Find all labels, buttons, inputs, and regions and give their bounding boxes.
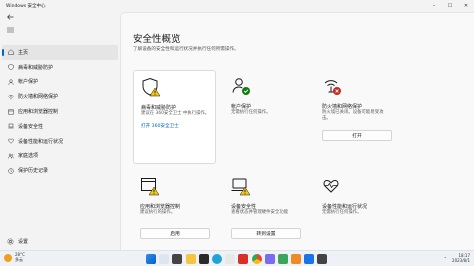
app-icon[interactable]	[291, 254, 302, 264]
sidebar-item-label: 主页	[18, 49, 29, 56]
history-icon	[7, 167, 14, 174]
security-center-window: Windows 安全中心 – ☐ ✕ 主页 病毒和威胁防护 帐户保护 防火墙和网…	[0, 0, 474, 250]
card-title: 帐户保护	[231, 104, 252, 110]
account-ok-icon	[232, 78, 250, 95]
card-device-health[interactable]: 设备性能和运行状况 无需执行任何操作。	[315, 170, 398, 246]
window-controls: – ☐ ✕	[426, 0, 474, 11]
window-title: Windows 安全中心	[6, 4, 46, 9]
turn-on-firewall-button[interactable]: 打开	[322, 130, 392, 141]
sidebar-item-virus-protection[interactable]: 病毒和威胁防护	[2, 60, 118, 75]
sidebar: 主页 病毒和威胁防护 帐户保护 防火墙和网络保护 应用和浏览器控制 设备安全性	[0, 12, 120, 250]
sidebar-item-firewall[interactable]: 防火墙和网络保护	[2, 89, 118, 104]
app-icon[interactable]	[277, 254, 288, 264]
sidebar-item-family-options[interactable]: 家庭选项	[2, 149, 118, 164]
sidebar-item-label: 病毒和威胁防护	[18, 64, 54, 71]
date: 2023/8/1	[452, 258, 470, 263]
card-description: 击。	[322, 116, 331, 121]
sidebar-item-home[interactable]: 主页	[2, 45, 118, 60]
laptop-icon	[7, 123, 14, 130]
sidebar-item-label: 家庭选项	[18, 153, 39, 160]
title-bar: Windows 安全中心 – ☐ ✕	[0, 0, 474, 11]
app-icon[interactable]	[198, 254, 209, 264]
card-title: 防火墙和网络保护	[322, 104, 363, 110]
card-app-browser-control[interactable]: 应用和浏览器控制 建议执行的操作。 启用	[133, 170, 216, 246]
sidebar-item-label: 帐户保护	[18, 79, 39, 86]
sidebar-item-device-security[interactable]: 设备安全性	[2, 119, 118, 134]
card-description: 建议在 360安全卫士 中执行操作。	[141, 111, 210, 116]
card-title: 设备性能和运行状况	[322, 204, 368, 210]
security-center-taskbar-icon[interactable]	[304, 254, 315, 264]
app-icon[interactable]	[264, 254, 275, 264]
taskbar-apps	[146, 254, 331, 264]
close-button[interactable]: ✕	[458, 0, 474, 11]
network-error-icon	[324, 80, 341, 95]
sidebar-nav: 主页 病毒和威胁防护 帐户保护 防火墙和网络保护 应用和浏览器控制 设备安全性	[2, 45, 118, 178]
sidebar-item-settings[interactable]: 设置	[2, 235, 118, 247]
sidebar-item-device-health[interactable]: 设备性能和运行状况	[2, 134, 118, 149]
card-firewall[interactable]: 防火墙和网络保护 防火墙已关闭。设备可能易受攻 击。 打开	[315, 70, 398, 164]
page-title: 安全性概览	[133, 34, 181, 45]
enable-button[interactable]: 启用	[140, 228, 210, 239]
search-icon[interactable]	[159, 254, 170, 264]
minimize-button[interactable]: –	[426, 0, 442, 11]
shield-icon	[7, 64, 14, 71]
sidebar-item-protection-history[interactable]: 保护历史记录	[2, 163, 118, 178]
weather-sun-icon	[4, 253, 12, 262]
card-description: 无需执行任何操作。	[322, 210, 362, 215]
sidebar-item-app-browser-control[interactable]: 应用和浏览器控制	[2, 104, 118, 119]
family-icon	[7, 152, 14, 159]
main-content: 安全性概览 了解设备的安全性和运行状况并执行任何所需操作。 病毒和威胁防护 建议…	[120, 12, 474, 250]
go-to-settings-button[interactable]: 转到设置	[231, 228, 301, 239]
sidebar-item-label: 设备性能和运行状况	[18, 138, 64, 145]
back-arrow-icon[interactable]	[7, 14, 14, 22]
weather-widget[interactable]: 28°C 多云	[4, 252, 25, 262]
card-description: 无需执行任何操作。	[231, 110, 271, 115]
store-icon[interactable]	[225, 254, 236, 264]
system-tray: ⌃ 18:17 2023/8/1	[444, 253, 470, 263]
maximize-button[interactable]: ☐	[442, 0, 458, 11]
open-360-link[interactable]: 打开 360安全卫士	[141, 123, 179, 129]
shield-warning-icon	[142, 77, 161, 97]
card-title: 应用和浏览器控制	[140, 204, 181, 210]
task-view-icon[interactable]	[172, 254, 183, 264]
heart-icon	[7, 138, 14, 145]
home-icon	[7, 49, 14, 56]
start-icon[interactable]	[146, 254, 156, 264]
sidebar-item-account-protection[interactable]: 帐户保护	[2, 75, 118, 90]
file-explorer-icon[interactable]	[185, 254, 196, 264]
app-window-icon	[7, 108, 14, 115]
gear-icon	[7, 238, 14, 245]
sidebar-item-label: 设备安全性	[18, 123, 44, 130]
weather-text: 多云	[15, 256, 23, 262]
chevron-up-icon[interactable]: ⌃	[444, 256, 447, 261]
card-title: 设备安全性	[231, 204, 257, 210]
card-description: 建议执行的操作。	[140, 210, 176, 215]
card-description: 防火墙已关闭。设备可能易受攻	[322, 110, 384, 115]
card-title: 病毒和威胁防护	[141, 105, 177, 111]
card-virus-protection[interactable]: 病毒和威胁防护 建议在 360安全卫士 中执行操作。 打开 360安全卫士	[133, 70, 216, 164]
sidebar-item-label: 防火墙和网络保护	[18, 94, 59, 101]
browser-warning-icon	[141, 178, 160, 196]
person-icon	[7, 78, 14, 85]
card-device-security[interactable]: 设备安全性 查看状态并管理硬件安全功能 转到设置	[224, 170, 307, 246]
hamburger-menu-icon[interactable]	[7, 27, 14, 35]
card-description: 查看状态并管理硬件安全功能	[231, 210, 289, 215]
wifi-icon	[7, 93, 14, 100]
app-icon[interactable]	[238, 254, 249, 264]
page-subtitle: 了解设备的安全性和运行状况并执行任何所需操作。	[133, 47, 239, 52]
card-account-protection[interactable]: 帐户保护 无需执行任何操作。	[224, 70, 307, 164]
sidebar-item-label: 应用和浏览器控制	[18, 109, 59, 116]
device-warning-icon	[231, 178, 251, 196]
app-icon[interactable]	[317, 254, 328, 264]
taskbar: 28°C 多云 ⌃ 18:17 2023/8/1	[0, 250, 474, 266]
settings-label: 设置	[18, 238, 29, 245]
health-ok-icon	[323, 179, 339, 193]
chrome-browser-icon[interactable]	[251, 254, 262, 264]
sidebar-item-label: 保护历史记录	[18, 168, 49, 175]
clock[interactable]: 18:17 2023/8/1	[452, 253, 470, 263]
edge-browser-icon[interactable]	[211, 254, 222, 264]
